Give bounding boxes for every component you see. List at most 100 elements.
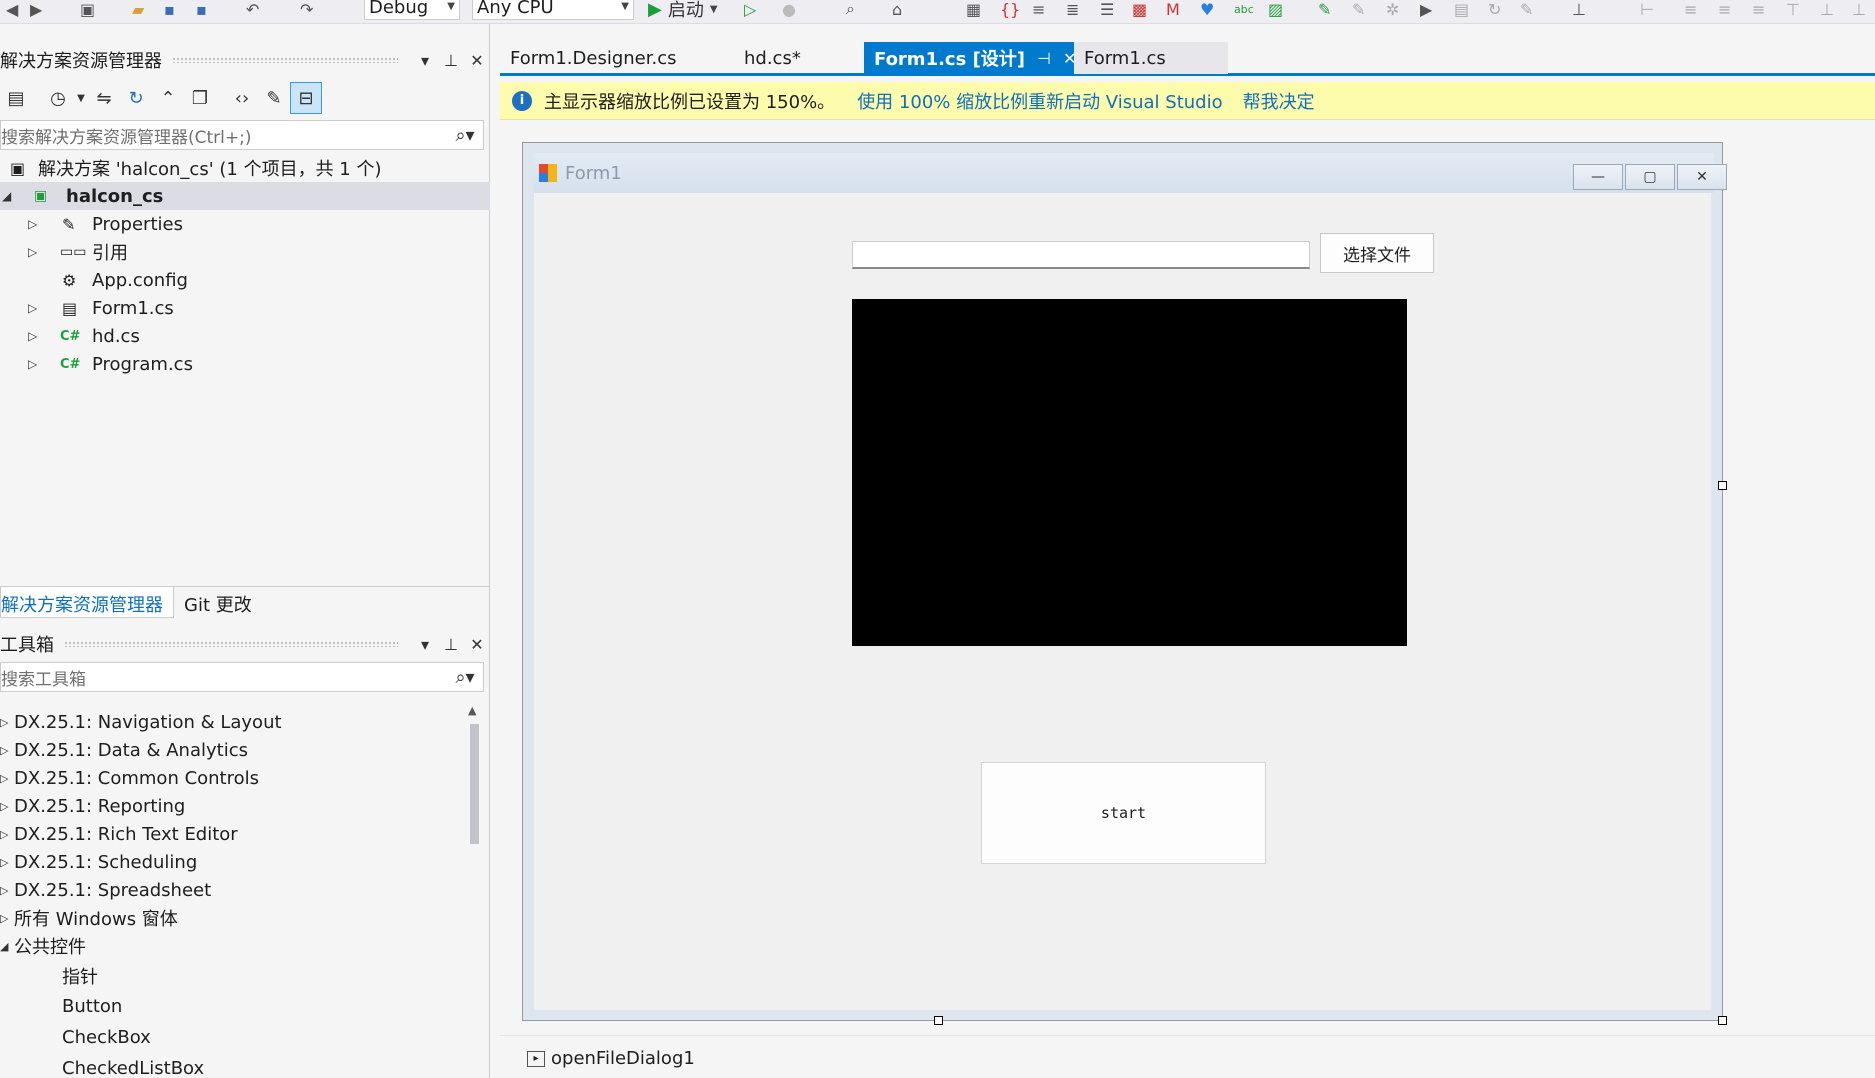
- wrench-icon[interactable]: ✎: [1520, 0, 1533, 19]
- collapsed-arrow-icon[interactable]: ▷: [0, 828, 8, 841]
- halcon-window-control[interactable]: [852, 299, 1407, 646]
- align-top-icon[interactable]: ⊤: [1786, 0, 1800, 19]
- toolbox-group[interactable]: ▷ DX.25.1: Navigation & Layout: [0, 708, 490, 736]
- toolbox-search-input[interactable]: 搜索工具箱 ⌕▾: [0, 662, 484, 692]
- location-icon[interactable]: ♥: [1200, 0, 1214, 19]
- tree-row-references[interactable]: ▷ ▭▭ 引用: [0, 238, 490, 266]
- start-button[interactable]: start: [981, 762, 1266, 864]
- resize-handle-right[interactable]: [1718, 481, 1727, 490]
- toolbox-item[interactable]: CheckedListBox: [0, 1053, 490, 1078]
- toolbox-item[interactable]: Button: [0, 991, 490, 1022]
- align-middle-icon[interactable]: ⊥: [1820, 0, 1834, 19]
- platform-combo[interactable]: Any CPU ▼: [472, 0, 634, 20]
- minimize-icon[interactable]: —: [1573, 164, 1623, 190]
- open-folder-icon[interactable]: ▰: [132, 0, 144, 19]
- toolbox-group[interactable]: ◢ 公共控件: [0, 932, 490, 960]
- choose-file-button[interactable]: 选择文件: [1320, 233, 1434, 273]
- close-icon[interactable]: ✕: [464, 51, 490, 70]
- preview-icon[interactable]: ⊟: [290, 82, 322, 114]
- expanded-arrow-icon[interactable]: ◢: [2, 189, 11, 203]
- resize-handle-bottom[interactable]: [934, 1016, 943, 1025]
- find-icon[interactable]: ⌕: [846, 0, 855, 18]
- code-icon[interactable]: ‹›: [226, 82, 258, 114]
- help-me-decide-link[interactable]: 帮我决定: [1243, 88, 1315, 114]
- collapse-all-icon[interactable]: ⌃: [152, 82, 184, 114]
- collapsed-arrow-icon[interactable]: ▷: [28, 245, 37, 259]
- toolbox-item[interactable]: CheckBox: [0, 1022, 490, 1053]
- tab-git-changes[interactable]: Git 更改: [174, 587, 262, 618]
- grid-icon[interactable]: ▩: [1132, 0, 1147, 19]
- drag-grip[interactable]: [172, 57, 398, 63]
- toolbox-group[interactable]: ▷ DX.25.1: Spreadsheet: [0, 876, 490, 904]
- bug-icon[interactable]: ✲: [1386, 0, 1399, 19]
- close-icon[interactable]: ✕: [1677, 164, 1727, 190]
- tree-row-form1[interactable]: ▷ ▤ Form1.cs: [0, 294, 490, 322]
- toolbox-group[interactable]: ▷ DX.25.1: Scheduling: [0, 848, 490, 876]
- align-right-icon[interactable]: ≡: [1752, 0, 1765, 19]
- tab-solution-explorer[interactable]: 解决方案资源管理器: [0, 587, 174, 618]
- step-over-icon[interactable]: ▤: [1454, 0, 1469, 19]
- collapsed-arrow-icon[interactable]: ▷: [28, 217, 37, 231]
- tree-row-project[interactable]: ◢ ▣ halcon_cs: [0, 182, 490, 210]
- tab-form1-design[interactable]: Form1.cs [设计] ⊣ ✕: [864, 42, 1076, 74]
- file-path-textbox[interactable]: [852, 241, 1310, 269]
- list-icon[interactable]: ≣: [1066, 0, 1079, 19]
- switch-views-icon[interactable]: ⇋: [88, 82, 120, 114]
- search-icon[interactable]: ⌕▾: [447, 125, 483, 146]
- collapsed-arrow-icon[interactable]: ▷: [0, 912, 8, 925]
- properties-wrench-icon[interactable]: ✎: [258, 82, 290, 114]
- refresh-icon[interactable]: ↻: [120, 82, 152, 114]
- new-project-icon[interactable]: ▣: [80, 0, 95, 19]
- form-window[interactable]: Form1 — ▢ ✕ 选择文件 start: [522, 142, 1727, 1021]
- collapsed-arrow-icon[interactable]: ▷: [28, 357, 37, 371]
- maximize-icon[interactable]: ▢: [1625, 164, 1675, 190]
- pin-icon[interactable]: ⊥: [438, 51, 464, 70]
- tree-row-properties[interactable]: ▷ ✎ Properties: [0, 210, 490, 238]
- toolbox-group[interactable]: ▷ DX.25.1: Common Controls: [0, 764, 490, 792]
- back-icon[interactable]: ◀: [6, 0, 18, 19]
- toolbox-item[interactable]: 指针: [0, 960, 490, 991]
- copy-icon[interactable]: ❐: [184, 82, 216, 114]
- spellcheck-icon[interactable]: abc: [1234, 0, 1254, 18]
- tree-row-solution[interactable]: ▣ 解决方案 'halcon_cs' (1 个项目，共 1 个): [0, 154, 490, 182]
- tab-form1-cs[interactable]: Form1.cs: [1074, 42, 1228, 74]
- tree-row-app-config[interactable]: ⚙ App.config: [0, 266, 490, 294]
- image-icon[interactable]: ▨: [1268, 0, 1283, 19]
- undo-icon[interactable]: ↶: [246, 0, 259, 19]
- scrollbar-thumb[interactable]: [470, 724, 479, 844]
- collapsed-arrow-icon[interactable]: ▷: [0, 884, 8, 897]
- tool-icon[interactable]: ✎: [1352, 0, 1365, 19]
- collapsed-arrow-icon[interactable]: ▷: [28, 301, 37, 315]
- collapsed-arrow-icon[interactable]: ▷: [0, 744, 8, 757]
- tree-row-hd[interactable]: ▷ C# hd.cs: [0, 322, 490, 350]
- collapsed-arrow-icon[interactable]: ▷: [0, 856, 8, 869]
- align-center-icon[interactable]: ≡: [1718, 0, 1731, 19]
- pin-icon[interactable]: ⊣: [1037, 49, 1051, 68]
- collapsed-arrow-icon[interactable]: ▷: [28, 329, 37, 343]
- toolbox-group[interactable]: ▷ DX.25.1: Rich Text Editor: [0, 820, 490, 848]
- tab-hd-cs[interactable]: hd.cs*: [732, 42, 864, 74]
- class-view-icon[interactable]: ▦: [966, 0, 981, 19]
- open-file-dialog-component[interactable]: ▸ openFileDialog1: [527, 1048, 695, 1069]
- braces-icon[interactable]: {}: [1000, 0, 1020, 19]
- restart-scaling-link[interactable]: 使用 100% 缩放比例重新启动 Visual Studio: [857, 88, 1222, 114]
- redo-icon[interactable]: ↷: [300, 0, 313, 19]
- indent-icon[interactable]: ⊢: [1640, 0, 1654, 19]
- forward-icon[interactable]: ▶: [30, 0, 42, 19]
- config-combo[interactable]: Debug ▼: [364, 0, 460, 20]
- toolbox-group[interactable]: ▷ DX.25.1: Reporting: [0, 792, 490, 820]
- scroll-up-icon[interactable]: ▲: [468, 704, 476, 717]
- history-icon[interactable]: ◷: [42, 82, 74, 114]
- tree-row-program[interactable]: ▷ C# Program.cs: [0, 350, 490, 378]
- save-all-icon[interactable]: ▪: [196, 0, 207, 19]
- chevron-down-icon[interactable]: ▼: [74, 82, 88, 114]
- pin-icon[interactable]: ✎: [1318, 0, 1331, 19]
- collapsed-arrow-icon[interactable]: ▷: [0, 800, 8, 813]
- drag-grip[interactable]: [64, 641, 398, 647]
- markdown-icon[interactable]: M: [1166, 0, 1180, 19]
- start-without-debug-icon[interactable]: ▷: [744, 0, 756, 19]
- start-debug-button[interactable]: ▶ 启动 ▼: [648, 0, 718, 22]
- sync-icon[interactable]: ▤: [0, 82, 32, 114]
- pin-icon[interactable]: ⊥: [438, 635, 464, 654]
- save-icon[interactable]: ▪: [164, 0, 175, 19]
